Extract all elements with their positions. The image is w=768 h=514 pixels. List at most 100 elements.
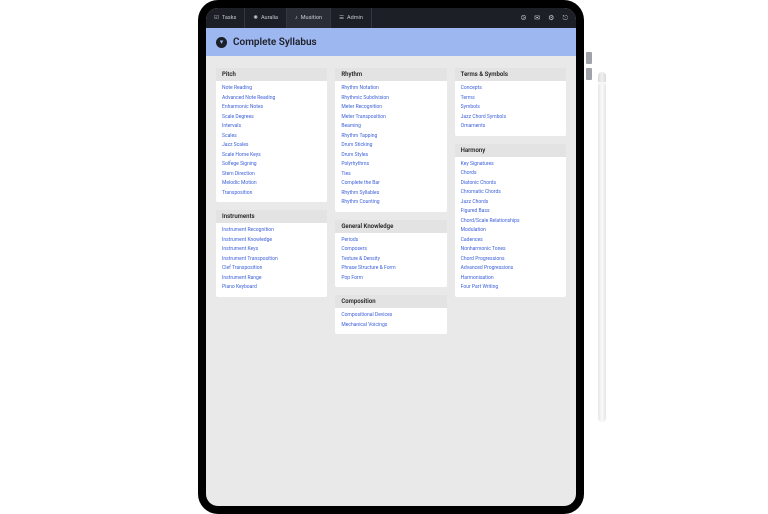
chevron-down-icon[interactable]: ▾ (216, 37, 227, 48)
mail-icon[interactable]: ✉ (534, 15, 540, 22)
syllabus-link[interactable]: Rhythm Notation (341, 85, 440, 92)
syllabus-link[interactable]: Enharmonic Notes (222, 104, 321, 111)
syllabus-link[interactable]: Chords (461, 170, 560, 177)
syllabus-link[interactable]: Complete the Bar (341, 180, 440, 187)
card-body: Instrument Recognition Instrument Knowled… (216, 223, 327, 297)
tab-musition[interactable]: ♪ Musition (287, 8, 331, 28)
syllabus-link[interactable]: Instrument Recognition (222, 227, 321, 234)
syllabus-link[interactable]: Instrument Knowledge (222, 237, 321, 244)
syllabus-card: Terms & Symbols Concepts Terms Symbols Jazz … (455, 68, 566, 136)
syllabus-link[interactable]: Drum Styles (341, 152, 440, 159)
card-title: Pitch (216, 68, 327, 81)
syllabus-link[interactable]: Scales (222, 133, 321, 140)
syllabus-link[interactable]: Stem Direction (222, 171, 321, 178)
syllabus-link[interactable]: Clef Transposition (222, 265, 321, 272)
syllabus-link[interactable]: Jazz Chord Symbols (461, 114, 560, 121)
syllabus-link[interactable]: Chord Progressions (461, 256, 560, 263)
syllabus-link[interactable]: Rhythm Syllables (341, 190, 440, 197)
card-title: Composition (335, 295, 446, 308)
syllabus-link[interactable]: Beaming (341, 123, 440, 130)
syllabus-link[interactable]: Intervals (222, 123, 321, 130)
syllabus-link[interactable]: Piano Keyboard (222, 284, 321, 291)
content-area: Pitch Note Reading Advanced Note Reading En… (206, 56, 576, 506)
syllabus-link[interactable]: Composers (341, 246, 440, 253)
syllabus-link[interactable]: Scale Home Keys (222, 152, 321, 159)
topbar: ☑ Tasks ✺ Auralia ♪ Musition ☰ Admin ⧁ (206, 8, 576, 28)
syllabus-link[interactable]: Rhythm Counting (341, 199, 440, 206)
chart-icon[interactable]: ⧁ (521, 15, 527, 22)
syllabus-link[interactable]: Modulation (461, 227, 560, 234)
syllabus-card: Harmony Key Signatures Chords Diatonic Chor… (455, 144, 566, 297)
syllabus-link[interactable]: Ornaments (461, 123, 560, 130)
syllabus-link[interactable]: Instrument Range (222, 275, 321, 282)
syllabus-link[interactable]: Jazz Chords (461, 199, 560, 206)
column: RhythmRhythm NotationRhythmic Subdivisio… (335, 68, 446, 494)
syllabus-link[interactable]: Mechanical Voicings (341, 322, 440, 329)
syllabus-link[interactable]: Key Signatures (461, 161, 560, 168)
syllabus-link[interactable]: Drum Sticking (341, 142, 440, 149)
syllabus-link[interactable]: Instrument Transposition (222, 256, 321, 263)
syllabus-link[interactable]: Instrument Keys (222, 246, 321, 253)
page-header: ▾ Complete Syllabus (206, 28, 576, 56)
syllabus-link[interactable]: Solfege Signing (222, 161, 321, 168)
card-body: Note Reading Advanced Note Reading Enharmo… (216, 81, 327, 202)
admin-icon: ☰ (339, 15, 344, 21)
syllabus-link[interactable]: Chord/Scale Relationships (461, 218, 560, 225)
ear-icon: ✺ (253, 15, 258, 21)
syllabus-link[interactable]: Four Part Writing (461, 284, 560, 291)
syllabus-link[interactable]: Transposition (222, 190, 321, 197)
syllabus-link[interactable]: Rhythm Tapping (341, 133, 440, 140)
syllabus-card: General KnowledgePeriodsComposersTexture… (335, 220, 446, 288)
exit-icon[interactable]: ⎋ (562, 15, 568, 22)
syllabus-link[interactable]: Phrase Structure & Form (341, 265, 440, 272)
syllabus-link[interactable]: Cadences (461, 237, 560, 244)
syllabus-link[interactable]: Periods (341, 237, 440, 244)
syllabus-link[interactable]: Rhythmic Subdivision (341, 95, 440, 102)
syllabus-link[interactable]: Terms (461, 95, 560, 102)
tab-label: Tasks (222, 15, 236, 21)
syllabus-card: Pitch Note Reading Advanced Note Reading En… (216, 68, 327, 202)
syllabus-link[interactable]: Advanced Progressions (461, 265, 560, 272)
syllabus-link[interactable]: Symbols (461, 104, 560, 111)
checklist-icon: ☑ (214, 15, 219, 21)
syllabus-link[interactable]: Ties (341, 171, 440, 178)
syllabus-link[interactable]: Figured Bass (461, 208, 560, 215)
note-icon: ♪ (295, 15, 298, 21)
syllabus-link[interactable]: Nonharmonic Tones (461, 246, 560, 253)
syllabus-link[interactable]: Scale Degrees (222, 114, 321, 121)
syllabus-link[interactable]: Meter Recognition (341, 104, 440, 111)
syllabus-link[interactable]: Advanced Note Reading (222, 95, 321, 102)
gear-icon[interactable]: ⚙ (548, 15, 554, 22)
syllabus-link[interactable]: Polyrhythms (341, 161, 440, 168)
tablet-frame: ☑ Tasks ✺ Auralia ♪ Musition ☰ Admin ⧁ (198, 0, 584, 514)
card-body: Compositional Devices Mechanical Voicings (335, 308, 446, 334)
stylus (598, 82, 606, 422)
syllabus-link[interactable]: Compositional Devices (341, 312, 440, 319)
syllabus-link[interactable]: Chromatic Chords (461, 189, 560, 196)
syllabus-link[interactable]: Concepts (461, 85, 560, 92)
card-body: Concepts Terms Symbols Jazz Chord Symbols Or… (455, 81, 566, 136)
syllabus-link[interactable]: Texture & Density (341, 256, 440, 263)
syllabus-link[interactable]: Meter Transposition (341, 114, 440, 121)
tab-label: Admin (347, 15, 363, 21)
tab-label: Auralia (261, 15, 278, 21)
syllabus-link[interactable]: Pop Form (341, 275, 440, 282)
card-title: Terms & Symbols (455, 68, 566, 81)
card-body: Periods Composers Texture & Density Phrase … (335, 233, 446, 288)
card-title: Instruments (216, 210, 327, 223)
tab-auralia[interactable]: ✺ Auralia (245, 8, 287, 28)
syllabus-link[interactable]: Diatonic Chords (461, 180, 560, 187)
topbar-tabs: ☑ Tasks ✺ Auralia ♪ Musition ☰ Admin (206, 8, 372, 28)
tab-label: Musition (301, 15, 322, 21)
card-title: Harmony (455, 144, 566, 157)
syllabus-link[interactable]: Melodic Motion (222, 180, 321, 187)
tablet-side-buttons (586, 52, 592, 80)
card-body: Rhythm Notation Rhythmic Subdivision Meter… (335, 81, 446, 212)
syllabus-link[interactable]: Note Reading (222, 85, 321, 92)
syllabus-link[interactable]: Jazz Scales (222, 142, 321, 149)
tab-tasks[interactable]: ☑ Tasks (206, 8, 245, 28)
page-title: Complete Syllabus (233, 37, 317, 48)
card-body: Key Signatures Chords Diatonic Chords Chrom… (455, 157, 566, 297)
tab-admin[interactable]: ☰ Admin (331, 8, 372, 28)
syllabus-link[interactable]: Harmonisation (461, 275, 560, 282)
